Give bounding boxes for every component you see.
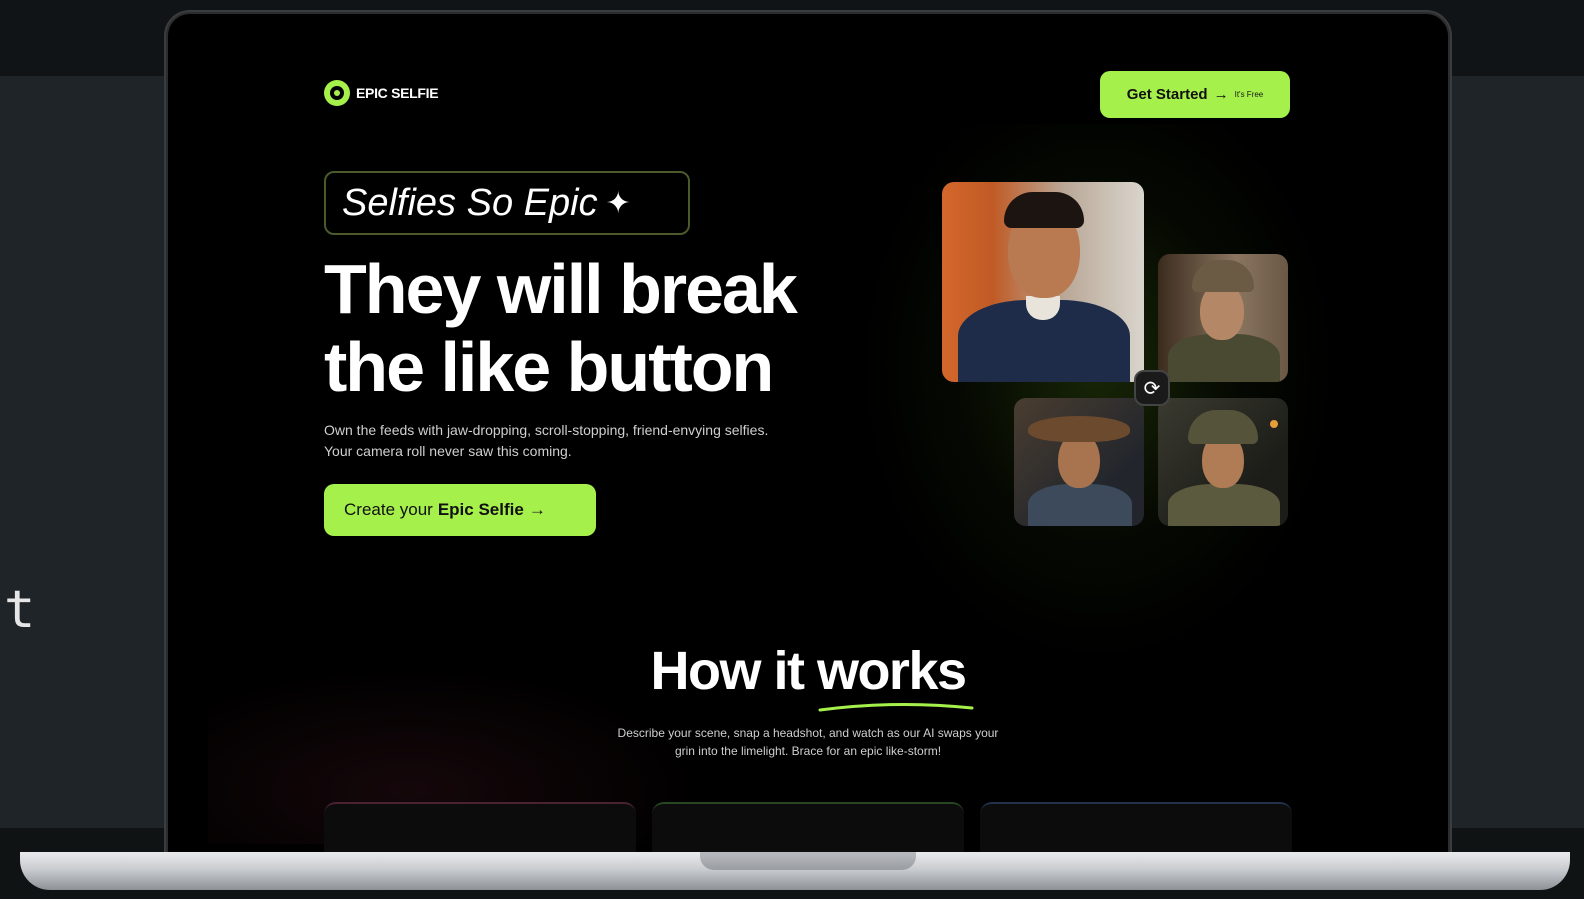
create-epic-selfie-button[interactable]: Create your Epic Selfie →	[324, 484, 596, 536]
badge-text: Selfies So Epic	[342, 181, 598, 224]
how-it-works-text: Describe your scene, snap a headshot, an…	[548, 724, 1068, 760]
cta-bold: Epic Selfie	[437, 500, 524, 519]
how-text-line-2: grin into the limelight. Brace for an ep…	[674, 744, 942, 758]
step-card-1	[324, 802, 636, 852]
logo-icon	[324, 80, 350, 106]
laptop-notch	[700, 852, 916, 870]
cta-prefix: Create your	[344, 500, 433, 519]
get-started-button[interactable]: Get Started → It's Free	[1100, 71, 1290, 118]
soldier-selfie-photo	[1158, 398, 1288, 526]
clipped-edge-text: t	[4, 580, 36, 640]
arrow-right-icon: →	[1213, 86, 1229, 103]
brand-logo[interactable]: EPIC SELFIE	[324, 80, 439, 106]
hero-subtext: Own the feeds with jaw-dropping, scroll-…	[324, 420, 884, 462]
headline-line-2: the like button	[324, 328, 774, 406]
tagline-badge: Selfies So Epic ✦	[324, 171, 690, 235]
get-started-label: Get Started	[1126, 86, 1208, 103]
title-underline	[818, 702, 974, 712]
subtext-line-2: Your camera roll never saw this coming.	[324, 443, 572, 459]
subtext-line-1: Own the feeds with jaw-dropping, scroll-…	[324, 422, 769, 438]
how-it-works-title: How it works	[650, 641, 967, 701]
step-card-2	[652, 802, 964, 852]
how-text-line-1: Describe your scene, snap a headshot, an…	[617, 726, 999, 740]
headline-line-1: They will break	[324, 250, 798, 328]
musketeer-selfie-photo	[1158, 254, 1288, 382]
arrow-right-icon: →	[528, 500, 546, 519]
logo-text: EPIC SELFIE	[356, 85, 439, 101]
swap-icon: ⟳	[1134, 370, 1170, 406]
sparkle-icon: ✦	[605, 186, 631, 220]
laptop-screen: EPIC SELFIE Get Started → It's Free Self…	[168, 14, 1448, 852]
original-selfie-photo	[942, 182, 1144, 382]
hero-headline: They will break the like button	[324, 250, 924, 406]
cowboy-selfie-photo	[1014, 398, 1144, 526]
free-note: It's Free	[1234, 90, 1264, 99]
step-card-3	[980, 802, 1292, 852]
